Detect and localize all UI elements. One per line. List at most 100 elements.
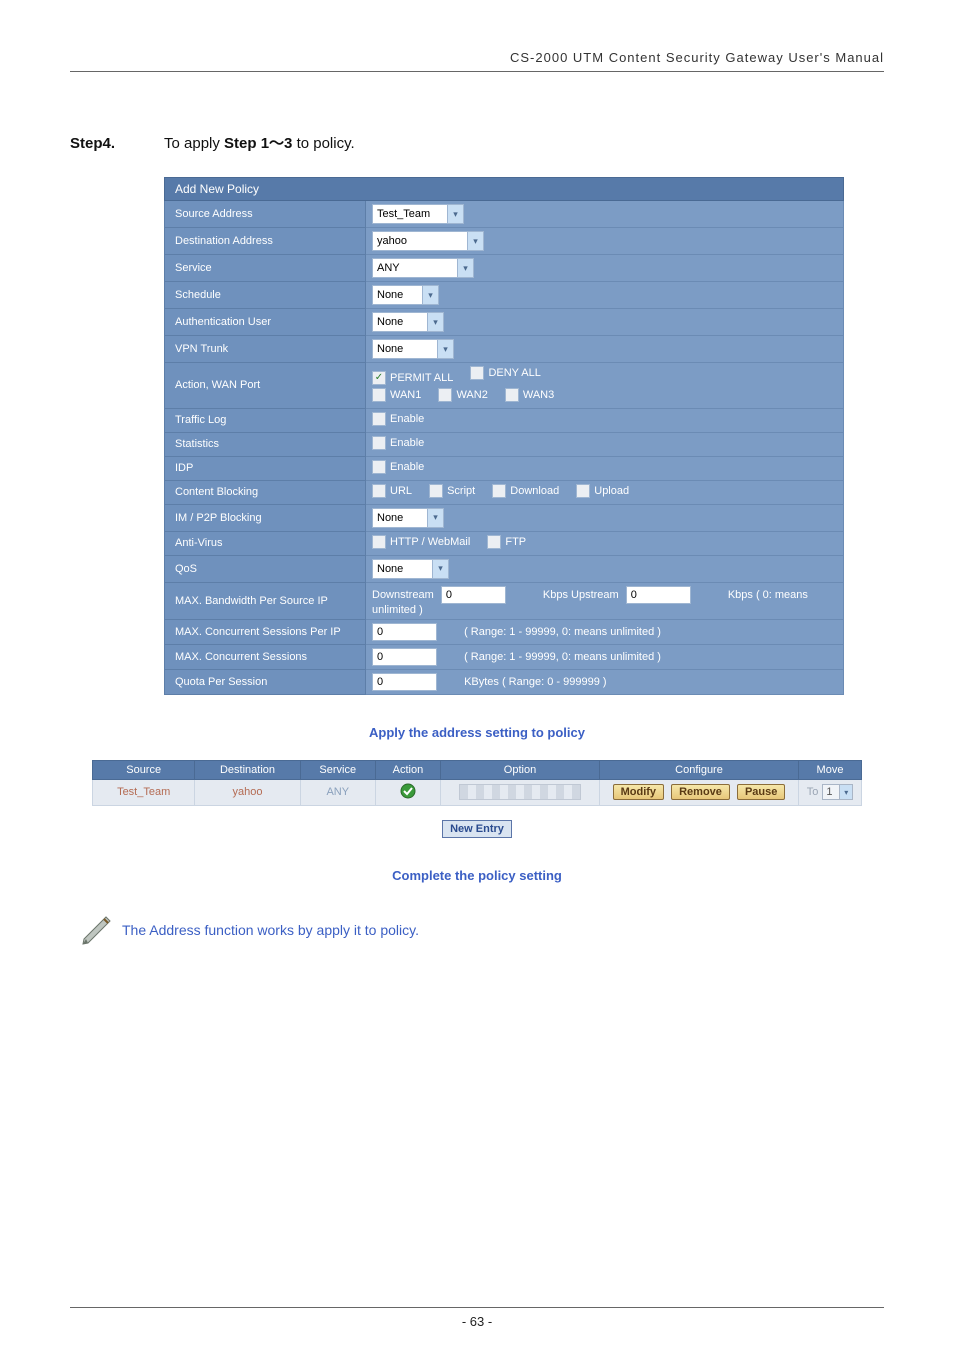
- table-row: Test_Team yahoo ANY Modify Remove Pause …: [93, 779, 862, 805]
- step-text-before: To apply: [164, 135, 224, 152]
- select-schedule-value: None: [377, 289, 403, 301]
- checkbox-download[interactable]: Download: [492, 484, 559, 498]
- move-select-value: 1: [826, 786, 832, 798]
- checkbox-ftp-label: FTP: [505, 536, 526, 548]
- checkbox-script[interactable]: Script: [429, 484, 475, 498]
- input-downstream-value: 0: [446, 589, 452, 601]
- cell-service: ANY: [300, 779, 375, 805]
- select-qos-value: None: [377, 563, 403, 575]
- cell-action: [375, 779, 440, 805]
- checkbox-deny-all[interactable]: DENY ALL: [470, 366, 540, 380]
- select-schedule[interactable]: None ▾: [372, 285, 439, 305]
- checkbox-download-label: Download: [510, 485, 559, 497]
- checkbox-url-label: URL: [390, 485, 412, 497]
- cell-configure: Modify Remove Pause: [600, 779, 799, 805]
- checkbox-wan2[interactable]: WAN2: [438, 388, 487, 402]
- label-idp: IDP: [165, 456, 366, 480]
- dropdown-arrow-icon: ▾: [447, 205, 463, 223]
- th-configure: Configure: [600, 760, 799, 779]
- input-quota-value: 0: [377, 676, 383, 688]
- cell-destination[interactable]: yahoo: [195, 779, 300, 805]
- checkbox-traffic-log[interactable]: Enable: [372, 412, 424, 426]
- th-action: Action: [375, 760, 440, 779]
- label-content-blocking: Content Blocking: [165, 480, 366, 504]
- th-service: Service: [300, 760, 375, 779]
- th-source: Source: [93, 760, 195, 779]
- input-quota[interactable]: 0: [372, 673, 437, 691]
- dropdown-arrow-icon: ▾: [432, 560, 448, 578]
- label-max-conc-tail: ( Range: 1 - 99999, 0: means unlimited ): [464, 651, 661, 663]
- input-upstream-value: 0: [631, 589, 637, 601]
- select-service[interactable]: ANY ▾: [372, 258, 474, 278]
- note-row: The Address function works by apply it t…: [80, 913, 884, 947]
- dropdown-arrow-icon: ▾: [427, 509, 443, 527]
- new-entry-button[interactable]: New Entry: [442, 820, 512, 838]
- dropdown-arrow-icon: ▾: [422, 286, 438, 304]
- pause-button[interactable]: Pause: [737, 784, 785, 800]
- option-icons-placeholder: [459, 784, 581, 800]
- policy-table: Source Destination Service Action Option…: [92, 760, 862, 806]
- step-label: Step4.: [70, 135, 164, 152]
- checkbox-wan1[interactable]: WAN1: [372, 388, 421, 402]
- checkbox-url[interactable]: URL: [372, 484, 412, 498]
- move-to-label: To: [807, 786, 819, 798]
- page-number: - 63 -: [70, 1307, 884, 1329]
- checkbox-wan3[interactable]: WAN3: [505, 388, 554, 402]
- checkbox-statistics-label: Enable: [390, 437, 424, 449]
- select-source-address[interactable]: Test_Team ▾: [372, 204, 464, 224]
- label-auth-user: Authentication User: [165, 309, 366, 336]
- checkbox-script-label: Script: [447, 485, 475, 497]
- checkbox-upload-label: Upload: [594, 485, 629, 497]
- checkbox-statistics[interactable]: Enable: [372, 436, 424, 450]
- add-policy-form: Add New Policy Source Address Test_Team …: [164, 177, 844, 695]
- select-vpn-trunk[interactable]: None ▾: [372, 339, 454, 359]
- checkbox-http-webmail-label: HTTP / WebMail: [390, 536, 470, 548]
- dropdown-arrow-icon: ▾: [457, 259, 473, 277]
- step-text-after: to policy.: [292, 135, 354, 152]
- checkbox-wan1-label: WAN1: [390, 389, 421, 401]
- label-vpn-trunk: VPN Trunk: [165, 336, 366, 363]
- th-destination: Destination: [195, 760, 300, 779]
- checkbox-traffic-log-label: Enable: [390, 413, 424, 425]
- label-anti-virus: Anti-Virus: [165, 531, 366, 555]
- label-downstream: Downstream: [372, 589, 434, 601]
- permit-icon: [400, 783, 416, 799]
- input-max-conc[interactable]: 0: [372, 648, 437, 666]
- label-max-conc: MAX. Concurrent Sessions: [165, 644, 366, 669]
- checkbox-idp[interactable]: Enable: [372, 460, 424, 474]
- select-im-p2p-value: None: [377, 512, 403, 524]
- note-text: The Address function works by apply it t…: [122, 922, 419, 938]
- label-service: Service: [165, 255, 366, 282]
- label-destination-address: Destination Address: [165, 228, 366, 255]
- input-downstream[interactable]: 0: [441, 586, 506, 604]
- dropdown-arrow-icon: ▾: [427, 313, 443, 331]
- form-title: Add New Policy: [165, 178, 844, 201]
- label-action-wan: Action, WAN Port: [165, 363, 366, 409]
- input-upstream[interactable]: 0: [626, 586, 691, 604]
- select-destination-address[interactable]: yahoo ▾: [372, 231, 484, 251]
- dropdown-arrow-icon: ▾: [839, 785, 852, 799]
- select-qos[interactable]: None ▾: [372, 559, 449, 579]
- checkbox-http-webmail[interactable]: HTTP / WebMail: [372, 535, 470, 549]
- input-max-conc-value: 0: [377, 651, 383, 663]
- checkbox-upload[interactable]: Upload: [576, 484, 629, 498]
- select-auth-user[interactable]: None ▾: [372, 312, 444, 332]
- label-statistics: Statistics: [165, 432, 366, 456]
- modify-button[interactable]: Modify: [613, 784, 664, 800]
- label-qos: QoS: [165, 555, 366, 582]
- step-text-bold: Step 1～3: [224, 135, 292, 152]
- input-max-conc-ip[interactable]: 0: [372, 623, 437, 641]
- checkbox-wan2-label: WAN2: [456, 389, 487, 401]
- label-im-p2p: IM / P2P Blocking: [165, 504, 366, 531]
- dropdown-arrow-icon: ▾: [437, 340, 453, 358]
- remove-button[interactable]: Remove: [671, 784, 730, 800]
- select-im-p2p[interactable]: None ▾: [372, 508, 444, 528]
- checkbox-idp-label: Enable: [390, 461, 424, 473]
- checkbox-permit-all[interactable]: ✓PERMIT ALL: [372, 371, 453, 385]
- checkbox-ftp[interactable]: FTP: [487, 535, 526, 549]
- cell-source[interactable]: Test_Team: [93, 779, 195, 805]
- move-select[interactable]: 1 ▾: [822, 784, 853, 800]
- label-max-conc-ip: MAX. Concurrent Sessions Per IP: [165, 619, 366, 644]
- cell-move: To 1 ▾: [799, 779, 862, 805]
- pencil-note-icon: [80, 913, 114, 947]
